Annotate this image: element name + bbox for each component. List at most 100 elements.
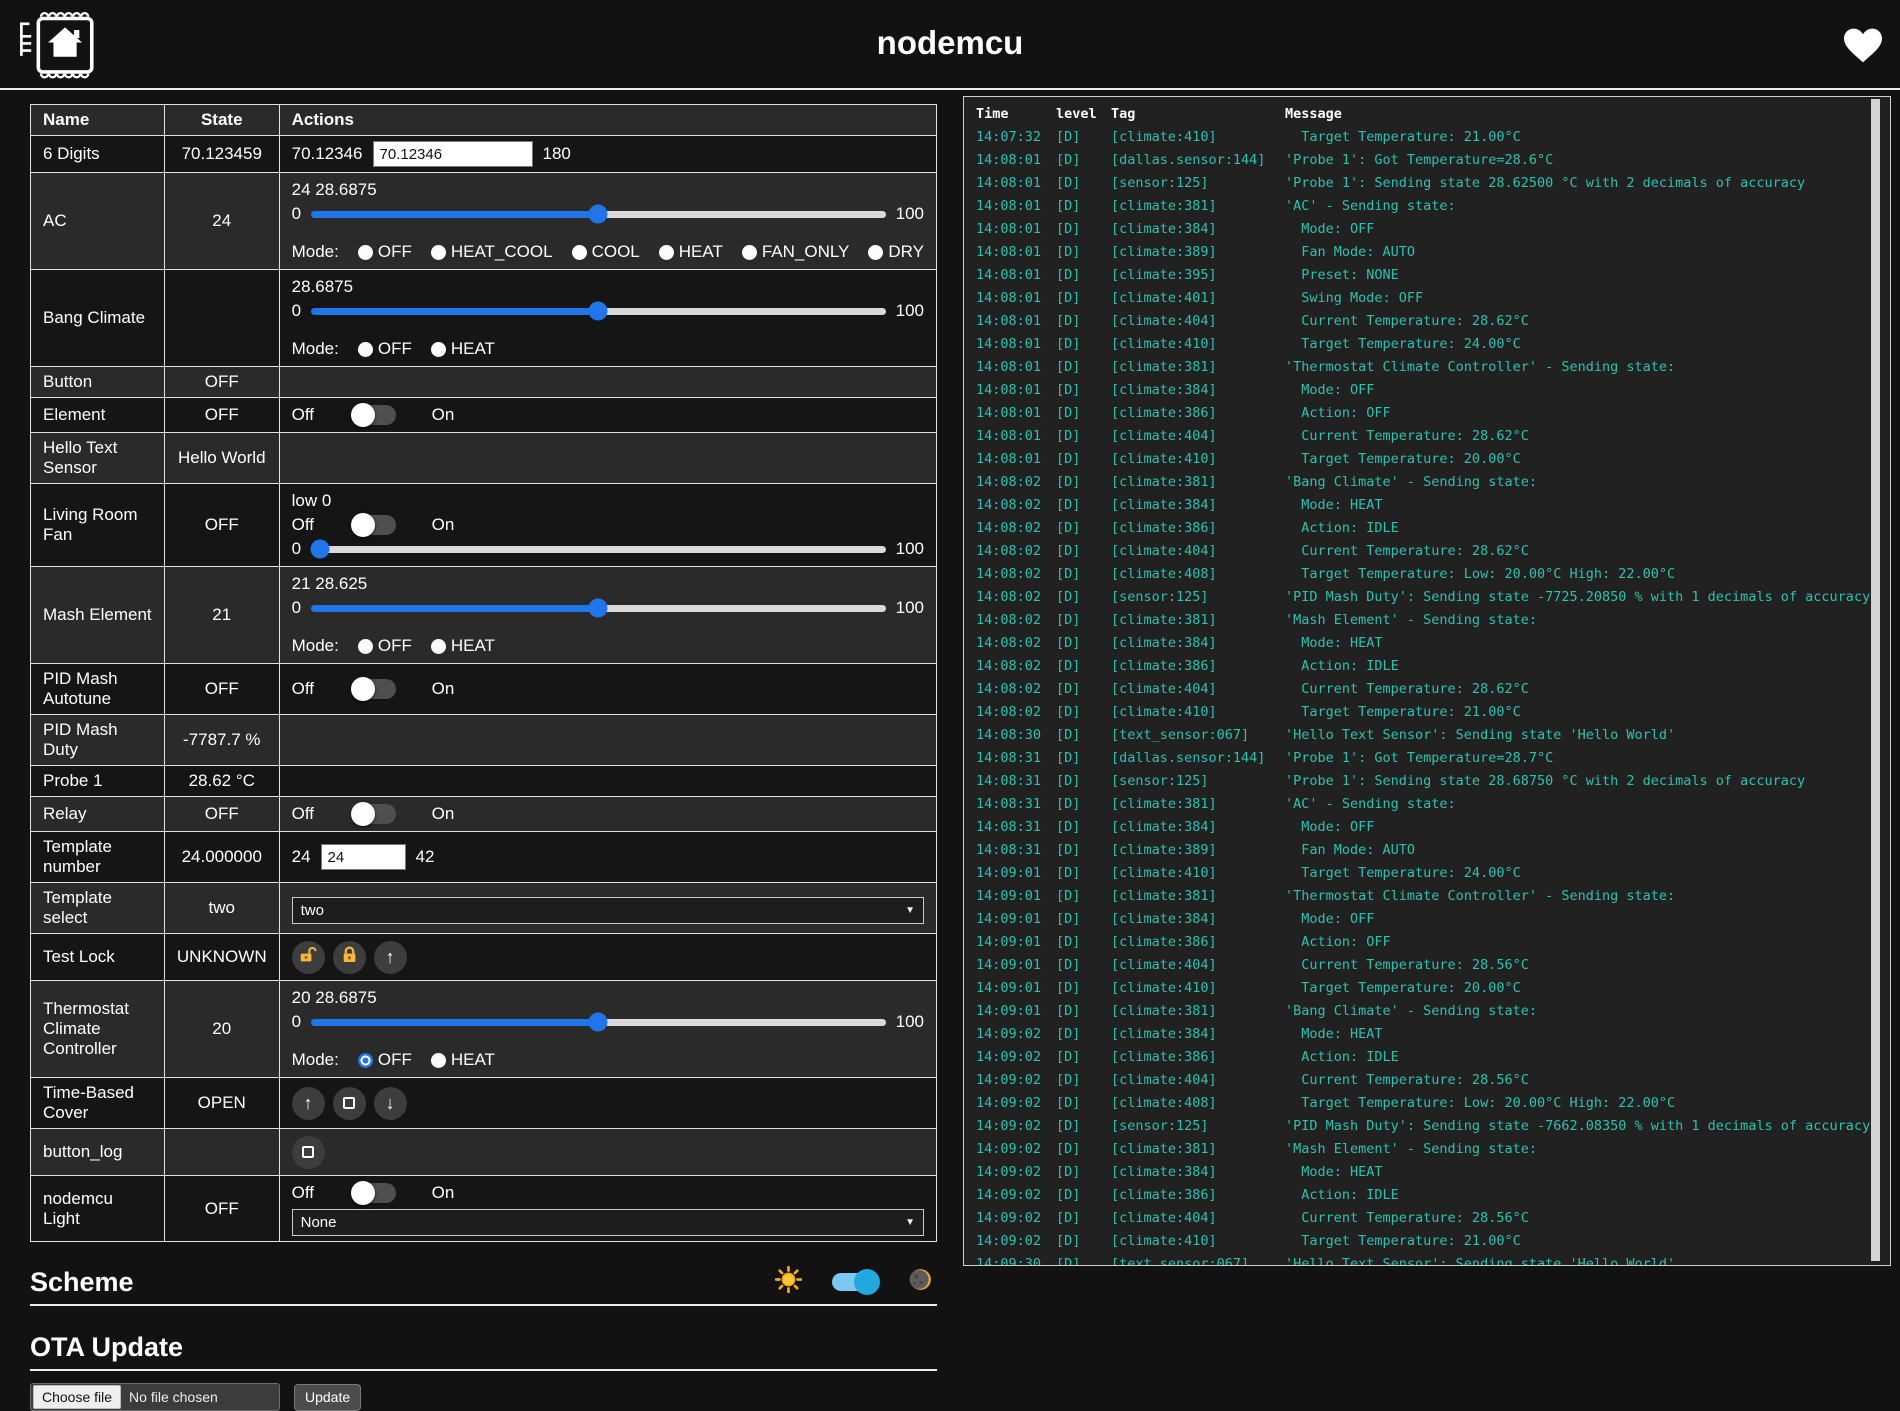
log-time: 14:09:01 [976, 885, 1056, 908]
log-message: Target Temperature: 21.00°C [1285, 1230, 1890, 1253]
log-tag: [climate:381] [1111, 609, 1285, 632]
slider-knob[interactable] [589, 302, 608, 321]
radio-heat-icon[interactable] [431, 342, 446, 357]
mode-option-cool[interactable]: COOL [572, 242, 640, 262]
mode-option-off[interactable]: OFF [358, 1050, 412, 1070]
log-tag: [climate:386] [1111, 517, 1285, 540]
log-tag: [climate:384] [1111, 379, 1285, 402]
log-time: 14:08:02 [976, 471, 1056, 494]
mode-option-heat[interactable]: HEAT [431, 339, 495, 359]
mode-option-heat[interactable]: HEAT [431, 636, 495, 656]
slider-knob[interactable] [589, 1013, 608, 1032]
mode-option-off[interactable]: OFF [358, 242, 412, 262]
radio-off-icon[interactable] [358, 639, 373, 654]
lock-closed-button[interactable] [333, 941, 366, 974]
mode-option-heat[interactable]: HEAT [659, 242, 723, 262]
radio-fan-only-icon[interactable] [742, 245, 757, 260]
radio-cool-icon[interactable] [572, 245, 587, 260]
slider-knob[interactable] [589, 599, 608, 618]
pid-mash-autotune-toggle[interactable] [352, 679, 396, 699]
log-tag: [climate:389] [1111, 839, 1285, 862]
firmware-file-input[interactable]: Choose file No file chosen [30, 1383, 280, 1411]
lock-open-button[interactable] [292, 941, 325, 974]
lock-closed-icon [342, 946, 357, 968]
radio-heat-icon[interactable] [431, 1053, 446, 1068]
update-button[interactable]: Update [294, 1384, 361, 1411]
stop-square-icon [302, 1146, 314, 1158]
mode-option-off[interactable]: OFF [358, 339, 412, 359]
log-message: 'PID Mash Duty': Sending state -7662.083… [1285, 1115, 1890, 1138]
relay-toggle[interactable] [352, 804, 396, 824]
log-entry: 14:09:01[D][climate:384] Mode: OFF [964, 908, 1890, 931]
mode-option-label: DRY [888, 242, 924, 262]
log-level: [D] [1056, 448, 1111, 471]
6-digits-input[interactable] [373, 141, 533, 167]
living-room-fan-toggle[interactable] [352, 515, 396, 535]
scheme-toggle[interactable] [832, 1273, 878, 1291]
log-time: 14:09:01 [976, 908, 1056, 931]
log-message: Current Temperature: 28.56°C [1285, 1207, 1890, 1230]
mode-option-label: HEAT [451, 636, 495, 656]
entity-name: Button [31, 367, 165, 398]
log-entry: 14:09:02[D][climate:404] Current Tempera… [964, 1207, 1890, 1230]
mode-option-off[interactable]: OFF [358, 636, 412, 656]
nodemcu-light-select[interactable]: None▼ [292, 1209, 924, 1236]
entity-row-time-based-cover: Time-Based CoverOPEN↑↓ [31, 1078, 937, 1129]
entity-row-pid-mash-duty: PID Mash Duty-7787.7 % [31, 715, 937, 766]
mash-element-slider[interactable] [311, 605, 886, 612]
mode-option-heat[interactable]: HEAT [431, 1050, 495, 1070]
entity-row-element: ElementOFFOffOn [31, 398, 937, 433]
choose-file-button[interactable]: Choose file [33, 1385, 121, 1409]
slider-knob[interactable] [589, 205, 608, 224]
select-value: two [301, 902, 324, 919]
log-message: 'Probe 1': Sending state 28.68750 °C wit… [1285, 770, 1890, 793]
template-number-input[interactable] [321, 844, 406, 870]
log-tag: [climate:410] [1111, 1230, 1285, 1253]
log-time: 14:08:01 [976, 195, 1056, 218]
square-button[interactable] [292, 1136, 325, 1169]
bang-climate-slider[interactable] [311, 308, 886, 315]
entity-name: Relay [31, 797, 165, 832]
log-tag: [climate:410] [1111, 448, 1285, 471]
mode-option-heat-cool[interactable]: HEAT_COOL [431, 242, 553, 262]
log-entry: 14:08:01[D][climate:384] Mode: OFF [964, 379, 1890, 402]
radio-heat-icon[interactable] [431, 639, 446, 654]
mode-option-fan-only[interactable]: FAN_ONLY [742, 242, 850, 262]
nodemcu-light-toggle[interactable] [352, 1183, 396, 1203]
radio-off-icon[interactable] [358, 245, 373, 260]
log-scrollbar[interactable] [1871, 99, 1880, 1261]
scrollbar-thumb[interactable] [1871, 99, 1880, 1261]
log-level: [D] [1056, 310, 1111, 333]
log-level: [D] [1056, 1115, 1111, 1138]
log-entry: 14:08:02[D][climate:381]'Mash Element' -… [964, 609, 1890, 632]
living-room-fan-slider[interactable] [311, 546, 886, 553]
radio-dry-icon[interactable] [868, 245, 883, 260]
template-select-select[interactable]: two▼ [292, 897, 924, 924]
log-level: [D] [1056, 770, 1111, 793]
arrow-up-button[interactable]: ↑ [374, 941, 407, 974]
log-time: 14:08:31 [976, 770, 1056, 793]
ac-slider[interactable] [311, 211, 886, 218]
radio-off-icon[interactable] [358, 1053, 373, 1068]
log-tag: [climate:404] [1111, 540, 1285, 563]
radio-heat-icon[interactable] [659, 245, 674, 260]
radio-off-icon[interactable] [358, 342, 373, 357]
log-entry: 14:08:31[D][climate:381]'AC' - Sending s… [964, 793, 1890, 816]
log-tag: [climate:384] [1111, 1161, 1285, 1184]
mode-option-dry[interactable]: DRY [868, 242, 924, 262]
radio-heat-cool-icon[interactable] [431, 245, 446, 260]
square-button[interactable] [333, 1087, 366, 1120]
log-time: 14:09:02 [976, 1069, 1056, 1092]
log-time: 14:08:01 [976, 264, 1056, 287]
slider-knob[interactable] [310, 540, 329, 559]
log-message: Mode: HEAT [1285, 632, 1890, 655]
log-level: [D] [1056, 1046, 1111, 1069]
arrow-down-button[interactable]: ↓ [374, 1087, 407, 1120]
arrow-up-button[interactable]: ↑ [292, 1087, 325, 1120]
element-toggle[interactable] [352, 405, 396, 425]
moon-icon [908, 1267, 933, 1297]
log-entry: 14:08:02[D][climate:381]'Bang Climate' -… [964, 471, 1890, 494]
thermostat-climate-controller-slider[interactable] [311, 1019, 886, 1026]
log-entry: 14:09:01[D][climate:410] Target Temperat… [964, 977, 1890, 1000]
chevron-down-icon: ▼ [905, 1217, 915, 1228]
